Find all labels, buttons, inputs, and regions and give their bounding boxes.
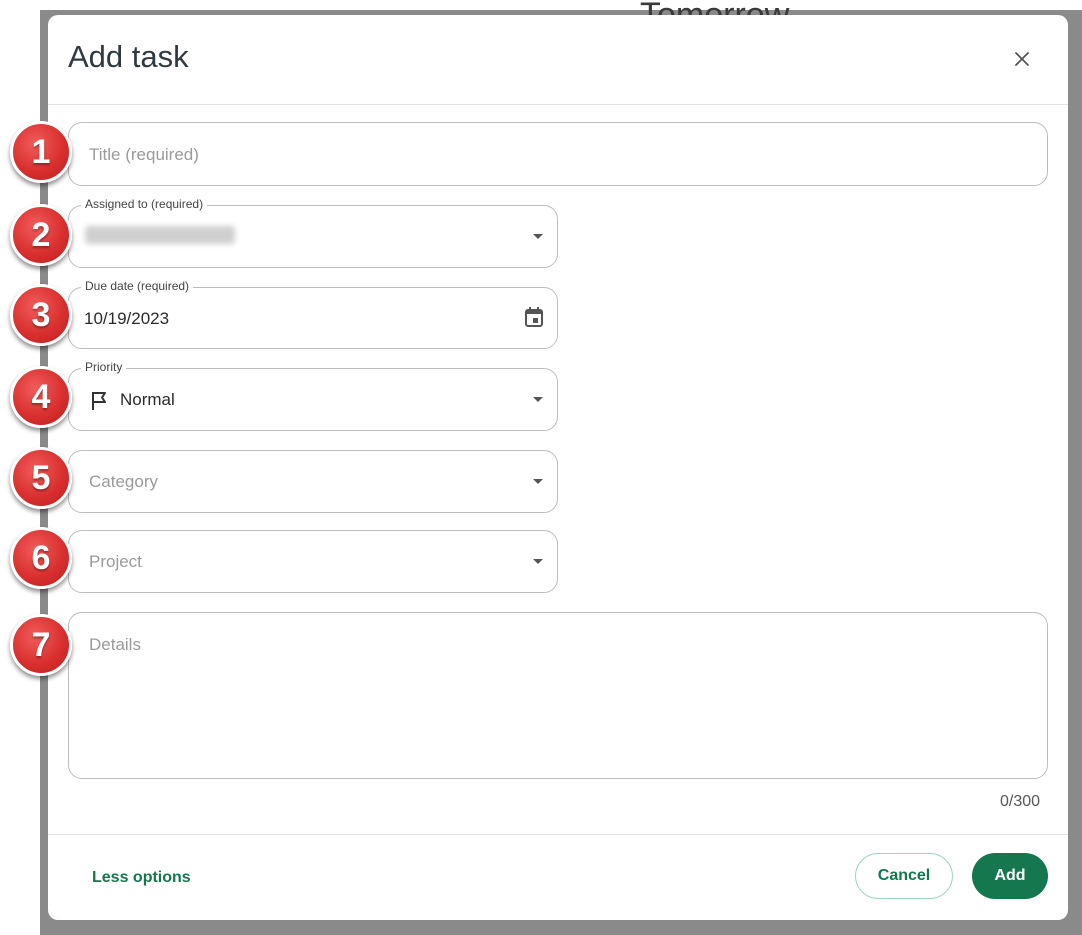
assigned-to-value-blurred — [85, 226, 235, 244]
priority-label: Priority — [81, 360, 127, 374]
dialog-header: Add task — [48, 15, 1068, 105]
category-placeholder: Category — [89, 472, 158, 491]
callout-badge-4: 4 — [10, 366, 72, 428]
details-char-counter: 0/300 — [1000, 793, 1041, 810]
details-textarea[interactable]: Details — [68, 612, 1048, 779]
flag-icon — [92, 392, 106, 410]
assigned-to-label: Assigned to (required) — [81, 197, 208, 211]
callout-badge-1: 1 — [10, 121, 72, 183]
dialog-title: Add task — [68, 39, 189, 74]
details-placeholder: Details — [89, 635, 141, 654]
less-options-link[interactable]: Less options — [92, 869, 191, 887]
category-select[interactable]: Category — [68, 450, 558, 513]
close-button[interactable] — [1008, 45, 1036, 73]
due-date-value: 10/19/2023 — [84, 309, 170, 328]
chevron-down-icon — [533, 396, 543, 402]
title-field[interactable]: Title (required) — [68, 122, 1048, 186]
title-placeholder: Title (required) — [89, 145, 199, 164]
due-date-field[interactable]: Due date (required) 10/19/2023 — [68, 279, 558, 349]
callout-badge-7: 7 — [10, 614, 72, 676]
priority-select[interactable]: Priority Normal — [68, 360, 558, 431]
callout-badge-2: 2 — [10, 204, 72, 266]
due-date-label: Due date (required) — [81, 279, 194, 293]
dialog-footer: Less options Cancel Add — [48, 834, 1068, 920]
chevron-down-icon — [533, 478, 543, 484]
cancel-button[interactable]: Cancel — [855, 853, 953, 899]
add-task-dialog: Add task Title (required) Assigned to (r… — [48, 15, 1068, 920]
callout-badge-3: 3 — [10, 284, 72, 346]
assigned-to-select[interactable]: Assigned to (required) — [68, 197, 558, 268]
priority-value: Normal — [120, 390, 175, 409]
callout-badge-6: 6 — [10, 527, 72, 589]
chevron-down-icon — [533, 558, 543, 564]
add-button[interactable]: Add — [972, 853, 1048, 899]
close-icon — [1015, 52, 1029, 66]
project-select[interactable]: Project — [68, 530, 558, 593]
callout-badge-5: 5 — [10, 447, 72, 509]
project-placeholder: Project — [89, 552, 142, 571]
calendar-icon[interactable] — [524, 306, 544, 328]
chevron-down-icon — [533, 233, 543, 239]
